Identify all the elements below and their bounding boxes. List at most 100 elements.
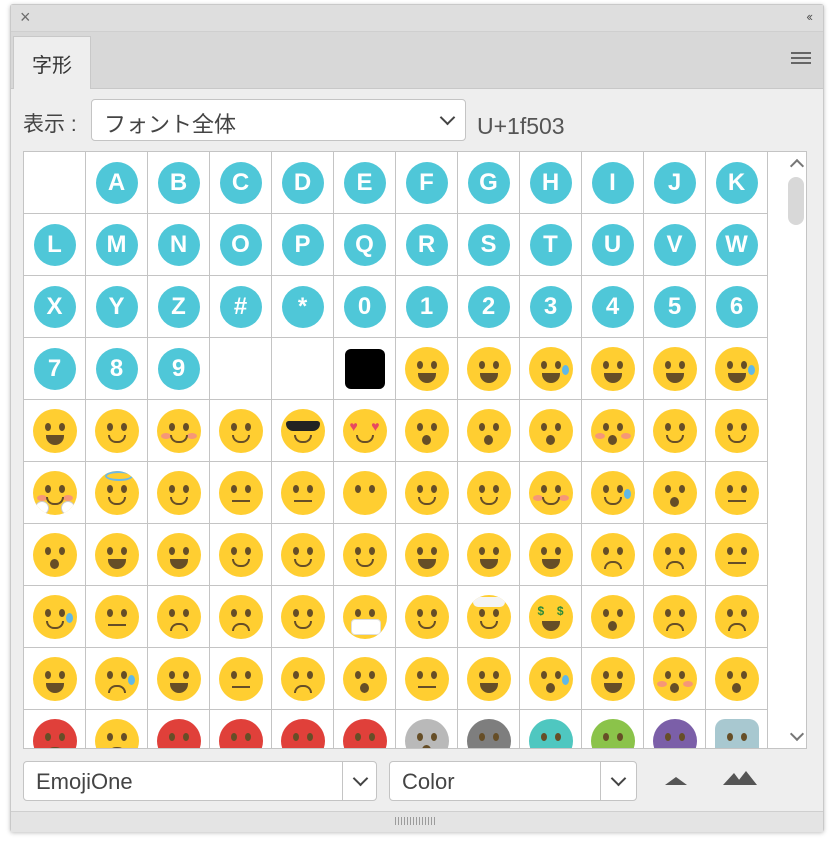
glyph-cell[interactable]: J [644,152,706,214]
glyph-cell[interactable] [706,586,768,648]
glyph-cell[interactable] [396,338,458,400]
glyph-cell[interactable] [210,400,272,462]
glyph-cell[interactable] [334,648,396,710]
glyph-cell[interactable] [148,710,210,748]
scroll-up-icon[interactable] [789,158,805,174]
glyph-cell[interactable] [210,586,272,648]
glyph-cell[interactable]: 7 [24,338,86,400]
glyph-cell[interactable] [24,524,86,586]
glyph-cell[interactable]: 3 [520,276,582,338]
glyph-cell[interactable] [706,524,768,586]
glyph-cell[interactable]: S [458,214,520,276]
glyph-cell[interactable] [644,648,706,710]
glyph-cell[interactable] [458,586,520,648]
glyph-cell[interactable] [24,400,86,462]
glyph-cell[interactable] [24,152,86,214]
glyph-cell[interactable] [86,524,148,586]
glyph-cell[interactable] [148,648,210,710]
glyph-cell[interactable] [86,648,148,710]
glyph-cell[interactable]: ♥ ♥ [334,400,396,462]
font-style-select[interactable]: Color [389,761,637,801]
glyph-cell[interactable] [396,400,458,462]
glyph-cell[interactable] [644,462,706,524]
scroll-thumb[interactable] [788,177,804,225]
glyph-cell[interactable]: # [210,276,272,338]
resize-grip[interactable] [395,817,435,825]
glyph-cell[interactable]: O [210,214,272,276]
glyph-cell[interactable] [334,524,396,586]
glyph-cell[interactable] [24,586,86,648]
glyph-cell[interactable]: T [520,214,582,276]
glyph-cell[interactable]: P [272,214,334,276]
glyph-cell[interactable]: $ $ [520,586,582,648]
glyph-cell[interactable]: 0 [334,276,396,338]
glyph-cell[interactable] [24,710,86,748]
glyph-cell[interactable] [706,400,768,462]
glyph-cell[interactable]: 5 [644,276,706,338]
glyph-cell[interactable]: 6 [706,276,768,338]
glyph-cell[interactable] [458,338,520,400]
glyph-cell[interactable] [458,710,520,748]
glyph-cell[interactable] [706,710,768,748]
glyph-cell[interactable] [582,338,644,400]
collapse-icon[interactable]: ‹‹ [806,9,813,24]
glyph-cell[interactable] [334,338,396,400]
glyph-cell[interactable]: 1 [396,276,458,338]
glyph-cell[interactable]: N [148,214,210,276]
chevron-down-icon[interactable] [352,770,369,787]
glyph-cell[interactable] [148,524,210,586]
glyph-cell[interactable] [86,462,148,524]
glyph-cell[interactable] [272,710,334,748]
glyph-cell[interactable]: 9 [148,338,210,400]
glyph-cell[interactable] [272,524,334,586]
glyph-cell[interactable] [396,710,458,748]
glyph-cell[interactable] [210,710,272,748]
panel-menu-icon[interactable] [791,52,811,66]
glyph-cell[interactable]: C [210,152,272,214]
glyph-cell[interactable] [210,648,272,710]
glyph-cell[interactable] [86,400,148,462]
glyph-cell[interactable]: E [334,152,396,214]
glyph-cell[interactable]: R [396,214,458,276]
glyph-cell[interactable]: Q [334,214,396,276]
glyph-cell[interactable] [86,586,148,648]
glyph-cell[interactable] [520,648,582,710]
show-select[interactable]: フォント全体 [91,99,466,141]
glyph-cell[interactable]: H [520,152,582,214]
glyph-cell[interactable] [272,400,334,462]
glyph-cell[interactable]: 8 [86,338,148,400]
glyph-cell[interactable]: A [86,152,148,214]
glyph-cell[interactable]: 4 [582,276,644,338]
glyph-cell[interactable] [644,710,706,748]
glyph-cell[interactable] [458,648,520,710]
glyph-cell[interactable] [396,586,458,648]
glyph-cell[interactable]: B [148,152,210,214]
glyph-cell[interactable] [520,338,582,400]
glyph-cell[interactable] [210,524,272,586]
glyph-cell[interactable] [706,462,768,524]
glyph-cell[interactable]: D [272,152,334,214]
glyph-cell[interactable]: F [396,152,458,214]
glyph-cell[interactable] [272,338,334,400]
glyph-cell[interactable] [582,710,644,748]
glyph-cell[interactable] [24,462,86,524]
glyph-cell[interactable] [582,648,644,710]
glyph-cell[interactable] [272,586,334,648]
glyph-cell[interactable] [644,524,706,586]
chevron-down-icon[interactable] [610,770,627,787]
glyph-cell[interactable]: Z [148,276,210,338]
glyph-cell[interactable] [210,462,272,524]
close-icon[interactable]: × [20,8,31,26]
grid-scrollbar[interactable] [783,151,813,749]
glyph-cell[interactable] [458,462,520,524]
size-large-icon[interactable] [723,771,757,785]
font-family-select[interactable]: EmojiOne [23,761,377,801]
glyph-cell[interactable] [272,648,334,710]
glyph-cell[interactable] [520,710,582,748]
glyph-cell[interactable]: 2 [458,276,520,338]
glyph-cell[interactable]: X [24,276,86,338]
glyph-cell[interactable] [148,462,210,524]
size-small-icon[interactable] [665,777,687,785]
glyph-cell[interactable] [582,462,644,524]
glyph-cell[interactable] [24,648,86,710]
